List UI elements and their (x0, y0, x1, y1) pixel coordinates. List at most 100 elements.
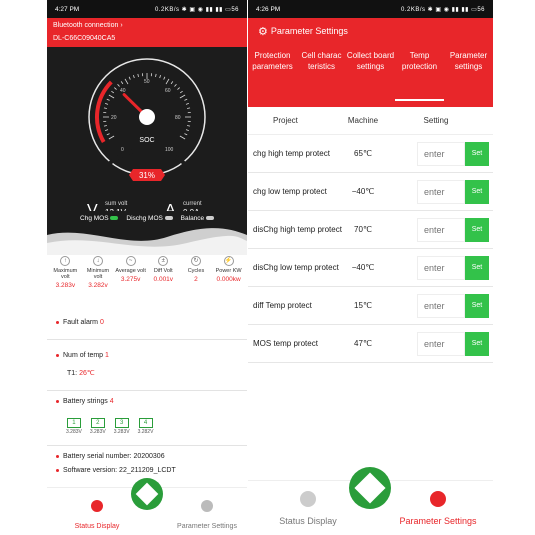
network-speed: 0.2KB/s (154, 6, 180, 13)
chg-mos-toggle[interactable] (110, 215, 119, 220)
gauge-tick (120, 81, 124, 85)
setting-input[interactable] (417, 217, 465, 242)
status-bar: 4:26 PM 0.2KB/s ✱ ▣ ◉ ▮▮ ▮▮ ▭56 (248, 0, 493, 18)
gauge-tick (133, 75, 135, 79)
cell-list: 1 3.283V 2 3.283V 3 3.283V 4 3.282V (66, 418, 247, 435)
logo-icon (135, 482, 159, 506)
tab-temp-protection[interactable]: Temp protection (395, 44, 444, 101)
parameter-settings-icon (430, 491, 446, 507)
wave-decoration (47, 225, 247, 255)
gauge-tick-label: 100 (165, 147, 174, 153)
sum-volt-label: sum volt (105, 201, 128, 207)
table-row: chg high temp protect 65℃ Set (248, 135, 493, 173)
cycle-icon: ↻ (190, 256, 201, 266)
set-button[interactable]: Set (465, 293, 489, 318)
tab-parameter-settings[interactable]: Parameter settings (444, 44, 493, 101)
set-button[interactable]: Set (465, 141, 489, 166)
dischg-mos-toggle[interactable] (164, 215, 173, 220)
set-button[interactable]: Set (465, 217, 489, 242)
nav-status-display[interactable]: Status Display (273, 491, 343, 529)
page-title: Parameter Settings (270, 26, 348, 36)
stat-max-volt: ↑ Maximum volt 3.283v (53, 256, 78, 289)
bullet (56, 454, 59, 458)
battery-strings-section: Battery strings 4 1 3.283V 2 3.283V 3 3.283… (47, 392, 247, 446)
dischg-mos-label: Dischg MOS (126, 214, 163, 222)
setting-input[interactable] (417, 179, 465, 204)
gauge-tick (117, 84, 120, 87)
gear-icon: ⚙ (258, 25, 268, 38)
device-id: DL-C66C09040CA5 (53, 35, 116, 42)
parameter-settings-screen: 4:26 PM 0.2KB/s ✱ ▣ ◉ ▮▮ ▮▮ ▭56 ⚙ Parame… (248, 0, 493, 535)
set-button[interactable]: Set (465, 331, 489, 356)
setting-input[interactable] (417, 141, 465, 166)
soc-percent: 31% (139, 171, 155, 180)
gauge-hub (139, 109, 155, 125)
tab-cell-characteristics[interactable]: Cell charac teristics (297, 44, 346, 101)
gauge-tick (179, 94, 186, 99)
bullet (56, 399, 59, 403)
chg-mos-label: Chg MOS (80, 214, 109, 222)
gauge-tick (187, 107, 191, 109)
gauge-tick (128, 76, 131, 80)
tab-protection-parameters[interactable]: Protection parameters (248, 44, 297, 101)
gauge-tick (111, 90, 115, 94)
cell-item: 2 3.283V (89, 418, 106, 435)
cell-stats-row: ↑ Maximum volt 3.283v ↓ Minimum volt 3.282v … (47, 256, 247, 306)
soc-label: SOC (139, 137, 154, 144)
volt-min-icon: ↓ (92, 256, 103, 266)
cell-item: 4 3.282V (137, 418, 154, 435)
gauge-tick (108, 135, 115, 140)
bullet (56, 320, 59, 324)
stat-cycles: ↻ Cycles 2 (187, 256, 205, 283)
setting-input[interactable] (417, 255, 465, 280)
status-bar: 4:27 PM 0.2KB/s ✱ ▣ ◉ ▮▮ ▮▮ ▭56 (47, 0, 247, 18)
stat-avg-volt: ~ Average volt 3.275v (115, 256, 146, 283)
soc-gauge: 0 20 40 50 60 80 100 SOC 31% V sum volt … (87, 58, 206, 219)
status-display-screen: 4:27 PM 0.2KB/s ✱ ▣ ◉ ▮▮ ▮▮ ▭56 Bluetoot… (47, 0, 247, 535)
set-button[interactable]: Set (465, 255, 489, 280)
clock: 4:26 PM (256, 5, 281, 13)
device-info-section: Battery serial number: 20200306 Software… (47, 450, 247, 480)
table-row: disChg low temp protect −40℃ Set (248, 249, 493, 287)
temperature-section: Num of temp 1 T1: 26℃ (47, 345, 247, 391)
gauge-tick (185, 129, 189, 131)
tab-collect-board-settings[interactable]: Collect board settings (346, 44, 395, 101)
setting-input[interactable] (417, 331, 465, 356)
gauge-tick (106, 133, 110, 136)
table-header: Project Machine Setting (248, 107, 493, 135)
gauge-tick (159, 75, 161, 79)
set-button[interactable]: Set (465, 179, 489, 204)
gauge-tick (179, 135, 186, 140)
center-logo-button[interactable] (131, 478, 163, 510)
parameter-tabs: Protection parameters Cell charac terist… (248, 44, 493, 101)
gauge-tick (185, 103, 189, 105)
balance-toggle[interactable] (205, 215, 214, 220)
nav-parameter-settings[interactable]: Parameter Settings (162, 500, 247, 533)
parameter-header: ⚙ Parameter Settings Protection paramete… (248, 18, 493, 107)
nav-parameter-settings[interactable]: Parameter Settings (388, 491, 488, 529)
gauge-tick (174, 84, 177, 87)
power-icon: ⚡ (223, 256, 234, 266)
gauge-tick (103, 125, 107, 127)
gauge-tick (187, 125, 191, 127)
setting-input[interactable] (417, 293, 465, 318)
gauge-tick (155, 73, 157, 77)
gauge-tick-label: 80 (175, 115, 181, 121)
table-row: diff Temp protect 15℃ Set (248, 287, 493, 325)
center-logo-button[interactable] (349, 467, 391, 509)
volt-max-icon: ↑ (60, 256, 71, 266)
bullet (56, 468, 59, 472)
soc-level-arc (95, 80, 113, 143)
status-icons: ✱ ▣ ◉ ▮▮ ▮▮ ▭56 (427, 6, 485, 13)
nav-status-display[interactable]: Status Display (67, 500, 127, 533)
cell-item: 3 3.283V (113, 418, 130, 435)
volt-avg-icon: ~ (125, 256, 136, 266)
gauge-tick (184, 133, 188, 136)
parameter-settings-icon (201, 500, 213, 512)
bluetooth-connection-link[interactable]: Bluetooth connection › (53, 20, 241, 32)
mos-toggles-row: Chg MOS Dischg MOS Balance (47, 211, 247, 225)
volt-diff-icon: ± (158, 256, 169, 266)
gauge-tick-label: 0 (121, 147, 124, 153)
status-display-icon (91, 500, 103, 512)
table-row: disChg high temp protect 70℃ Set (248, 211, 493, 249)
